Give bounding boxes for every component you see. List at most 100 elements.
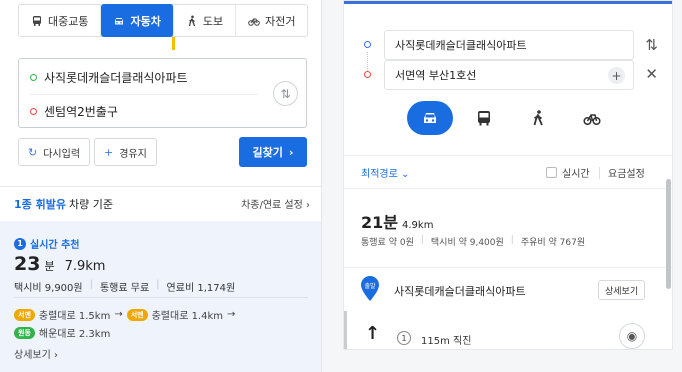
origin-text: 사직롯데캐슬더클래식아파트 (395, 39, 527, 52)
tab-walk[interactable]: 도보 (174, 5, 237, 36)
add-waypoint-button[interactable]: + (608, 67, 625, 84)
route-time: 23 분 7.9km (14, 253, 105, 275)
walk-icon (188, 15, 195, 26)
origin-field[interactable]: 사직롯데캐슬더클래식아파트 (384, 30, 634, 60)
fuel-fee: 연료비 1,174원 (166, 283, 236, 294)
input-divider (30, 94, 258, 95)
bike-icon (248, 18, 260, 26)
reset-button[interactable]: ↻ 다시입력 (18, 138, 91, 166)
road-segment: 충렬대로 1.5km (38, 311, 111, 322)
tab-car[interactable]: 자동차 (101, 4, 174, 37)
chevron-right-icon: › (288, 145, 294, 159)
tab-transit[interactable]: 대중교통 (19, 5, 102, 36)
road-segment: 충렬대로 1.4km (151, 311, 224, 322)
section-divider (344, 267, 672, 268)
route-distance: 7.9km (64, 259, 106, 274)
plus-icon: + (104, 145, 114, 159)
bike-icon (583, 114, 601, 126)
transport-mode-tabs (407, 101, 615, 135)
vehicle-setting-link[interactable]: 차종/연료 설정 › (241, 196, 310, 211)
route-time: 21분 4.9km (361, 209, 433, 233)
road-segment: 해운대로 2.3km (38, 329, 111, 340)
basis-text: 차량 기준 (68, 197, 113, 211)
tab-car[interactable] (407, 101, 453, 135)
route-option-dropdown[interactable]: 최적경로 ⌄ (361, 165, 409, 180)
route-distance: 4.9km (402, 220, 434, 231)
refresh-icon: ↻ (28, 145, 38, 159)
toll-fee: 통행료 약 0원 (361, 238, 414, 248)
destination-field[interactable]: 서면역 부산1호선 + (384, 60, 634, 90)
route-title-text: 실시간 추천 (30, 240, 80, 251)
transport-mode-tabs: 대중교통 자동차 도보 자전거 (18, 4, 309, 37)
scrollbar[interactable] (666, 179, 671, 289)
tab-walk-label: 도보 (202, 14, 224, 28)
bus-icon (33, 15, 41, 26)
origin-dot-icon (30, 73, 37, 81)
vehicle-basis-bar: 1종 휘발유 차량 기준 차종/연료 설정 › (0, 186, 321, 220)
tab-walk[interactable] (515, 101, 561, 135)
car-icon (115, 17, 124, 24)
route-inputs: 사직롯데캐슬더클래식아파트 센텀역2번출구 ⇅ (18, 58, 307, 128)
detail-button[interactable]: 상세보기 (598, 280, 646, 300)
route-card[interactable]: 1 실시간 추천 23 분 7.9km 택시비 9,900원 | 통행료 무료 | … (0, 221, 321, 372)
left-route-panel: 대중교통 자동차 도보 자전거 사직롯데캐슬더클래식아파트 센텀역2번출구 ⇅ … (0, 0, 322, 372)
time-value: 21분 (361, 213, 398, 232)
origin-text: 사직롯데캐슬더클래식아파트 (44, 70, 188, 85)
chevron-down-icon: ⌄ (401, 168, 410, 180)
fee-setting-link[interactable]: 요금설정 (608, 165, 645, 180)
walk-icon (533, 110, 543, 126)
taxi-fee: 택시비 9,900원 (14, 283, 83, 294)
checkbox-box (546, 166, 557, 178)
option-divider (599, 167, 600, 179)
destination-field[interactable]: 센텀역2번출구 (19, 96, 118, 126)
route-fees: 택시비 9,900원 | 통행료 무료 | 연료비 1,174원 (14, 279, 236, 294)
tab-bike[interactable] (569, 101, 615, 135)
start-pin-icon: 출발 (361, 276, 379, 301)
close-icon[interactable]: ✕ (645, 65, 658, 83)
taxi-fee: 택시비 약 9,400원 (430, 238, 504, 248)
route-title: 1 실시간 추천 (14, 236, 79, 251)
waypoint-label: 경유지 (119, 148, 147, 160)
arrow-right-icon: → (227, 309, 236, 320)
swap-button[interactable]: ⇅ (273, 81, 298, 106)
top-accent-bar (344, 1, 672, 4)
car-icon (424, 113, 436, 123)
location-pin-icon[interactable]: ◉ (619, 323, 645, 349)
card-divider (14, 297, 308, 298)
destination-text: 서면역 부산1호선 (395, 69, 477, 82)
arrow-up-icon: ↑ (365, 323, 381, 344)
waypoint-button[interactable]: + 경유지 (94, 138, 157, 166)
search-button[interactable]: 길찾기 › (239, 137, 307, 167)
realtime-checkbox[interactable]: 실시간 (546, 165, 590, 180)
road-tag: 서멘 (126, 308, 148, 321)
destination-dot-icon (30, 107, 37, 115)
route-options-bar: 최적경로 ⌄ 실시간 요금설정 (344, 155, 672, 189)
road-summary-2: 원동 해운대로 2.3km (14, 325, 110, 340)
route-fees: 통행료 약 0원 | 택시비 약 9,400원 | 주유비 약 767원 (361, 235, 586, 248)
toll-fee: 통행료 무료 (99, 283, 150, 294)
tab-transit-label: 대중교통 (48, 14, 89, 28)
arrow-right-icon: → (114, 309, 123, 320)
origin-field[interactable]: 사직롯데캐슬더클래식아파트 (19, 62, 188, 92)
tab-transit[interactable] (461, 101, 507, 135)
reset-label: 다시입력 (43, 148, 81, 160)
fuel-type[interactable]: 1종 휘발유 (14, 196, 66, 212)
search-label: 길찾기 (252, 146, 283, 159)
tab-bike[interactable]: 자전거 (236, 5, 307, 36)
hover-cursor (172, 37, 175, 50)
detail-link[interactable]: 상세보기 › (14, 346, 58, 361)
step-indicator (344, 311, 347, 349)
step-number: 1 (397, 331, 411, 345)
start-name: 사직롯데캐슬더클래식아파트 (394, 285, 526, 298)
time-unit: 분 (44, 260, 55, 273)
route-number-badge: 1 (14, 237, 26, 250)
destination-text: 센텀역2번출구 (44, 104, 118, 119)
fuel-fee: 주유비 약 767원 (520, 238, 586, 248)
tab-bike-label: 자전거 (265, 14, 296, 28)
road-tag: 서멘 (14, 308, 35, 321)
origin-dot-icon (364, 41, 371, 48)
step-text: 115m 직진 (421, 336, 472, 347)
swap-icon[interactable]: ⇅ (645, 36, 658, 54)
route-option-label: 최적경로 (361, 168, 398, 180)
vehicle-setting-label: 차종/연료 설정 (241, 200, 303, 211)
